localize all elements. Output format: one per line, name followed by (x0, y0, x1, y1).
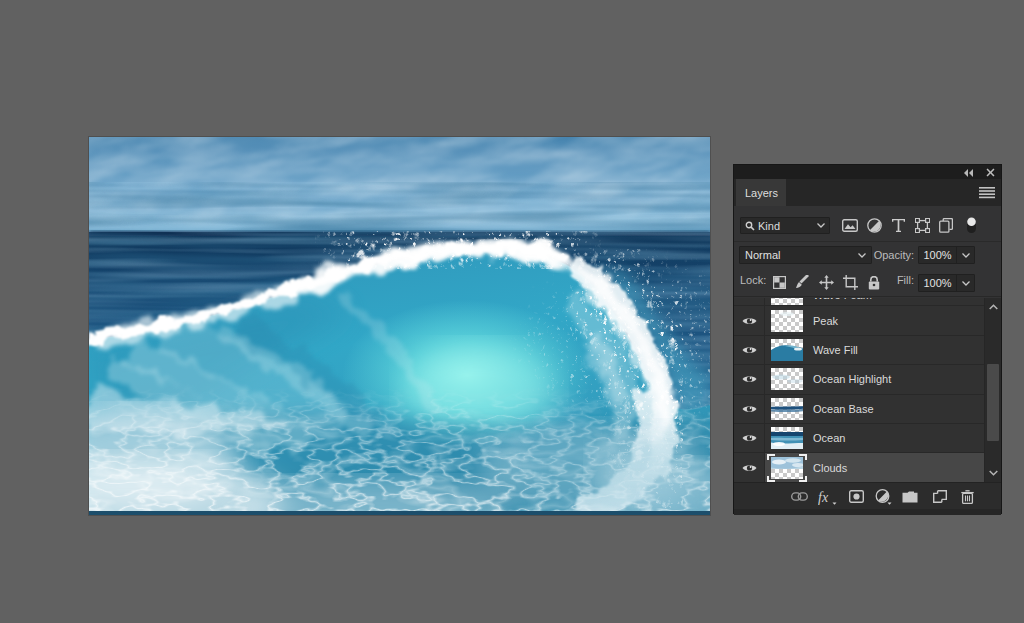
panel-tab-bar: Layers (734, 179, 1001, 206)
layer-thumbnail[interactable] (771, 339, 803, 361)
layer-row-clouds[interactable]: Clouds (734, 453, 984, 482)
new-adjustment-layer-icon[interactable] (873, 487, 893, 506)
layer-thumbnail[interactable] (771, 310, 803, 332)
panel-body: Kind (734, 206, 1001, 513)
layer-thumbnail-image (771, 310, 803, 332)
lock-label: Lock: (740, 271, 766, 289)
layer-thumbnail-image (771, 427, 803, 449)
lock-position-icon[interactable] (818, 274, 835, 291)
chevron-down-icon (817, 223, 825, 228)
link-layers-icon[interactable] (789, 487, 809, 506)
blend-row: Normal Opacity: 100% (734, 243, 1001, 268)
layer-thumbnail[interactable] (771, 298, 803, 305)
layer-thumbnail-image (771, 457, 803, 479)
opacity-combo[interactable]: 100% (918, 246, 975, 264)
layer-thumbnail[interactable] (771, 398, 803, 420)
tab-layers[interactable]: Layers (736, 179, 786, 206)
fill-value: 100% (919, 275, 956, 291)
layer-visibility-eye-icon[interactable] (734, 395, 765, 423)
layer-list-scrollbar[interactable] (984, 298, 1001, 482)
layer-visibility-eye-icon[interactable] (734, 424, 765, 452)
opacity-label: Opacity: (874, 246, 914, 264)
ocean-wave-artwork (89, 137, 710, 515)
layer-visibility-eye-icon[interactable] (734, 298, 765, 305)
filter-kind-label: Kind (758, 220, 814, 232)
svg-text:fx: fx (818, 489, 829, 504)
chevron-down-icon (962, 253, 970, 258)
layer-name[interactable]: Wave Fill (813, 344, 858, 356)
layer-thumbnail-image (771, 298, 803, 305)
lock-artboard-icon[interactable] (842, 274, 859, 291)
panel-titlebar[interactable] (734, 165, 1001, 179)
pixel-layer-filter-icon[interactable] (841, 216, 859, 234)
close-panel-icon[interactable] (983, 167, 997, 178)
chevron-down-icon (858, 253, 866, 258)
lock-transparency-icon[interactable] (771, 274, 788, 291)
lock-row: Lock: (734, 268, 1001, 297)
filter-row: Kind (734, 206, 1001, 242)
layer-name[interactable]: Clouds (813, 462, 847, 474)
collapse-panel-icon[interactable] (961, 167, 975, 178)
layer-panel-footer: fx (734, 482, 1001, 509)
delete-layer-icon[interactable] (957, 487, 977, 506)
filter-kind-dropdown[interactable]: Kind (740, 217, 830, 234)
layer-row-wave-foam[interactable]: Wave Foam (734, 298, 984, 306)
layer-name[interactable]: Wave Foam (813, 298, 872, 301)
fill-dropdown-button[interactable] (956, 275, 974, 291)
new-group-icon[interactable] (900, 487, 920, 506)
layer-thumbnail[interactable] (771, 427, 803, 449)
blend-mode-value: Normal (745, 249, 858, 261)
shape-layer-filter-icon[interactable] (913, 216, 931, 234)
smart-object-filter-icon[interactable] (937, 216, 955, 234)
fill-label: Fill: (897, 271, 914, 289)
opacity-dropdown-button[interactable] (956, 247, 974, 263)
layer-row-ocean[interactable]: Ocean (734, 424, 984, 453)
workspace: Layers Kind (0, 0, 1024, 623)
layer-filter-toggle[interactable] (962, 216, 980, 234)
layer-thumbnail[interactable] (771, 457, 803, 479)
adjustment-layer-filter-icon[interactable] (865, 216, 883, 234)
fill-combo[interactable]: 100% (918, 274, 975, 292)
document-canvas[interactable] (89, 137, 710, 515)
layer-styles-icon[interactable]: fx (818, 487, 838, 506)
layer-visibility-eye-icon[interactable] (734, 336, 765, 364)
layer-row-peak[interactable]: Peak (734, 306, 984, 335)
lock-all-icon[interactable] (865, 274, 882, 291)
type-layer-filter-icon[interactable] (889, 216, 907, 234)
add-layer-mask-icon[interactable] (846, 487, 866, 506)
layer-thumbnail-image (771, 339, 803, 361)
layer-thumbnail-image (771, 368, 803, 390)
layer-visibility-eye-icon[interactable] (734, 306, 765, 334)
panel-menu-icon[interactable] (979, 186, 995, 199)
layer-row-ocean-base[interactable]: Ocean Base (734, 395, 984, 424)
new-layer-icon[interactable] (930, 487, 950, 506)
search-icon (745, 221, 755, 231)
layer-thumbnail-image (771, 398, 803, 420)
panel-bottom-strip (734, 509, 1001, 515)
scroll-down-icon[interactable] (985, 466, 1001, 480)
layer-row-wave-fill[interactable]: Wave Fill (734, 336, 984, 365)
layer-visibility-eye-icon[interactable] (734, 365, 765, 393)
layer-name[interactable]: Ocean (813, 432, 845, 444)
layer-name[interactable]: Peak (813, 315, 838, 327)
opacity-value: 100% (919, 247, 956, 263)
scrollbar-thumb[interactable] (987, 364, 999, 441)
layer-visibility-eye-icon[interactable] (734, 453, 765, 481)
tab-layers-label: Layers (745, 187, 778, 199)
layer-row-ocean-highlight[interactable]: Ocean Highlight (734, 365, 984, 394)
layers-panel: Layers Kind (733, 164, 1002, 514)
scroll-up-icon[interactable] (985, 300, 1001, 314)
blend-mode-dropdown[interactable]: Normal (739, 246, 872, 264)
layer-list: Wave Foam Peak Wave Fill Ocean Highlight Oce… (734, 298, 1001, 482)
chevron-down-icon (962, 281, 970, 286)
layer-name[interactable]: Ocean Base (813, 403, 874, 415)
layer-thumbnail[interactable] (771, 368, 803, 390)
layer-name[interactable]: Ocean Highlight (813, 373, 891, 385)
lock-pixels-icon[interactable] (794, 274, 811, 291)
